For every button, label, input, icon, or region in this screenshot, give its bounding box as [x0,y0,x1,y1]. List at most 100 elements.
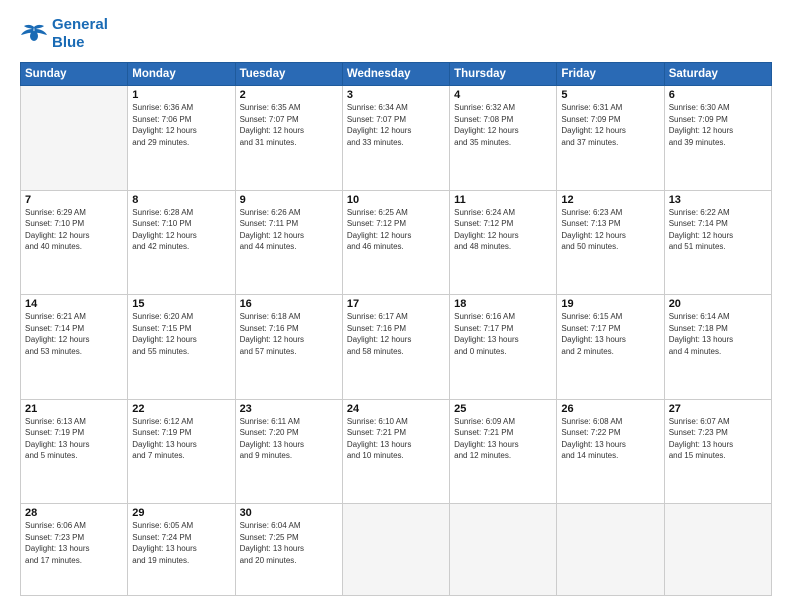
page: GeneralBlue SundayMondayTuesdayWednesday… [0,0,792,612]
day-number: 11 [454,194,552,206]
day-number: 23 [240,403,338,415]
calendar-cell: 5Sunrise: 6:31 AM Sunset: 7:09 PM Daylig… [557,86,664,191]
day-info: Sunrise: 6:11 AM Sunset: 7:20 PM Dayligh… [240,416,338,462]
calendar-cell: 26Sunrise: 6:08 AM Sunset: 7:22 PM Dayli… [557,399,664,504]
day-number: 1 [132,89,230,101]
day-number: 13 [669,194,767,206]
day-info: Sunrise: 6:07 AM Sunset: 7:23 PM Dayligh… [669,416,767,462]
day-number: 3 [347,89,445,101]
day-number: 25 [454,403,552,415]
day-number: 30 [240,507,338,519]
day-number: 6 [669,89,767,101]
calendar-cell: 29Sunrise: 6:05 AM Sunset: 7:24 PM Dayli… [128,504,235,596]
day-info: Sunrise: 6:32 AM Sunset: 7:08 PM Dayligh… [454,102,552,148]
logo-text: GeneralBlue [52,16,108,52]
day-info: Sunrise: 6:17 AM Sunset: 7:16 PM Dayligh… [347,311,445,357]
calendar-cell: 30Sunrise: 6:04 AM Sunset: 7:25 PM Dayli… [235,504,342,596]
day-info: Sunrise: 6:35 AM Sunset: 7:07 PM Dayligh… [240,102,338,148]
day-info: Sunrise: 6:09 AM Sunset: 7:21 PM Dayligh… [454,416,552,462]
day-info: Sunrise: 6:20 AM Sunset: 7:15 PM Dayligh… [132,311,230,357]
day-info: Sunrise: 6:25 AM Sunset: 7:12 PM Dayligh… [347,207,445,253]
day-info: Sunrise: 6:12 AM Sunset: 7:19 PM Dayligh… [132,416,230,462]
logo: GeneralBlue [20,16,108,52]
day-info: Sunrise: 6:31 AM Sunset: 7:09 PM Dayligh… [561,102,659,148]
calendar-cell: 11Sunrise: 6:24 AM Sunset: 7:12 PM Dayli… [450,190,557,295]
day-info: Sunrise: 6:10 AM Sunset: 7:21 PM Dayligh… [347,416,445,462]
day-info: Sunrise: 6:21 AM Sunset: 7:14 PM Dayligh… [25,311,123,357]
calendar-cell: 9Sunrise: 6:26 AM Sunset: 7:11 PM Daylig… [235,190,342,295]
calendar-cell [557,504,664,596]
day-info: Sunrise: 6:15 AM Sunset: 7:17 PM Dayligh… [561,311,659,357]
calendar-cell: 25Sunrise: 6:09 AM Sunset: 7:21 PM Dayli… [450,399,557,504]
calendar-cell: 18Sunrise: 6:16 AM Sunset: 7:17 PM Dayli… [450,295,557,400]
calendar-cell: 3Sunrise: 6:34 AM Sunset: 7:07 PM Daylig… [342,86,449,191]
day-info: Sunrise: 6:16 AM Sunset: 7:17 PM Dayligh… [454,311,552,357]
day-number: 29 [132,507,230,519]
day-number: 17 [347,298,445,310]
day-number: 24 [347,403,445,415]
calendar-cell [342,504,449,596]
calendar-cell: 17Sunrise: 6:17 AM Sunset: 7:16 PM Dayli… [342,295,449,400]
calendar-header-thursday: Thursday [450,63,557,86]
day-number: 20 [669,298,767,310]
day-number: 5 [561,89,659,101]
calendar-cell: 28Sunrise: 6:06 AM Sunset: 7:23 PM Dayli… [21,504,128,596]
calendar-week-row: 7Sunrise: 6:29 AM Sunset: 7:10 PM Daylig… [21,190,772,295]
day-number: 21 [25,403,123,415]
day-number: 14 [25,298,123,310]
day-number: 12 [561,194,659,206]
calendar-cell: 4Sunrise: 6:32 AM Sunset: 7:08 PM Daylig… [450,86,557,191]
calendar-cell: 1Sunrise: 6:36 AM Sunset: 7:06 PM Daylig… [128,86,235,191]
calendar-week-row: 14Sunrise: 6:21 AM Sunset: 7:14 PM Dayli… [21,295,772,400]
day-number: 22 [132,403,230,415]
calendar-cell: 27Sunrise: 6:07 AM Sunset: 7:23 PM Dayli… [664,399,771,504]
calendar-cell: 23Sunrise: 6:11 AM Sunset: 7:20 PM Dayli… [235,399,342,504]
calendar-header-wednesday: Wednesday [342,63,449,86]
day-info: Sunrise: 6:18 AM Sunset: 7:16 PM Dayligh… [240,311,338,357]
calendar-cell: 2Sunrise: 6:35 AM Sunset: 7:07 PM Daylig… [235,86,342,191]
day-info: Sunrise: 6:23 AM Sunset: 7:13 PM Dayligh… [561,207,659,253]
calendar-cell: 22Sunrise: 6:12 AM Sunset: 7:19 PM Dayli… [128,399,235,504]
calendar-cell: 7Sunrise: 6:29 AM Sunset: 7:10 PM Daylig… [21,190,128,295]
day-number: 2 [240,89,338,101]
day-info: Sunrise: 6:06 AM Sunset: 7:23 PM Dayligh… [25,520,123,566]
calendar-cell [21,86,128,191]
calendar-week-row: 1Sunrise: 6:36 AM Sunset: 7:06 PM Daylig… [21,86,772,191]
day-number: 7 [25,194,123,206]
day-info: Sunrise: 6:14 AM Sunset: 7:18 PM Dayligh… [669,311,767,357]
day-info: Sunrise: 6:26 AM Sunset: 7:11 PM Dayligh… [240,207,338,253]
calendar-header-row: SundayMondayTuesdayWednesdayThursdayFrid… [21,63,772,86]
calendar-header-monday: Monday [128,63,235,86]
day-info: Sunrise: 6:34 AM Sunset: 7:07 PM Dayligh… [347,102,445,148]
day-info: Sunrise: 6:28 AM Sunset: 7:10 PM Dayligh… [132,207,230,253]
calendar-cell [664,504,771,596]
day-number: 15 [132,298,230,310]
calendar-cell: 15Sunrise: 6:20 AM Sunset: 7:15 PM Dayli… [128,295,235,400]
day-number: 8 [132,194,230,206]
day-info: Sunrise: 6:13 AM Sunset: 7:19 PM Dayligh… [25,416,123,462]
day-number: 28 [25,507,123,519]
day-number: 10 [347,194,445,206]
logo-icon [20,23,48,45]
calendar-week-row: 28Sunrise: 6:06 AM Sunset: 7:23 PM Dayli… [21,504,772,596]
day-info: Sunrise: 6:22 AM Sunset: 7:14 PM Dayligh… [669,207,767,253]
calendar-week-row: 21Sunrise: 6:13 AM Sunset: 7:19 PM Dayli… [21,399,772,504]
day-number: 18 [454,298,552,310]
calendar-cell: 16Sunrise: 6:18 AM Sunset: 7:16 PM Dayli… [235,295,342,400]
calendar-cell: 14Sunrise: 6:21 AM Sunset: 7:14 PM Dayli… [21,295,128,400]
calendar-header-friday: Friday [557,63,664,86]
calendar-cell: 6Sunrise: 6:30 AM Sunset: 7:09 PM Daylig… [664,86,771,191]
calendar-cell: 19Sunrise: 6:15 AM Sunset: 7:17 PM Dayli… [557,295,664,400]
day-number: 4 [454,89,552,101]
day-info: Sunrise: 6:29 AM Sunset: 7:10 PM Dayligh… [25,207,123,253]
day-info: Sunrise: 6:04 AM Sunset: 7:25 PM Dayligh… [240,520,338,566]
calendar-cell: 13Sunrise: 6:22 AM Sunset: 7:14 PM Dayli… [664,190,771,295]
day-info: Sunrise: 6:05 AM Sunset: 7:24 PM Dayligh… [132,520,230,566]
day-number: 16 [240,298,338,310]
calendar-table: SundayMondayTuesdayWednesdayThursdayFrid… [20,62,772,596]
calendar-cell: 10Sunrise: 6:25 AM Sunset: 7:12 PM Dayli… [342,190,449,295]
calendar-cell: 8Sunrise: 6:28 AM Sunset: 7:10 PM Daylig… [128,190,235,295]
day-info: Sunrise: 6:24 AM Sunset: 7:12 PM Dayligh… [454,207,552,253]
calendar-cell: 24Sunrise: 6:10 AM Sunset: 7:21 PM Dayli… [342,399,449,504]
calendar-cell: 21Sunrise: 6:13 AM Sunset: 7:19 PM Dayli… [21,399,128,504]
